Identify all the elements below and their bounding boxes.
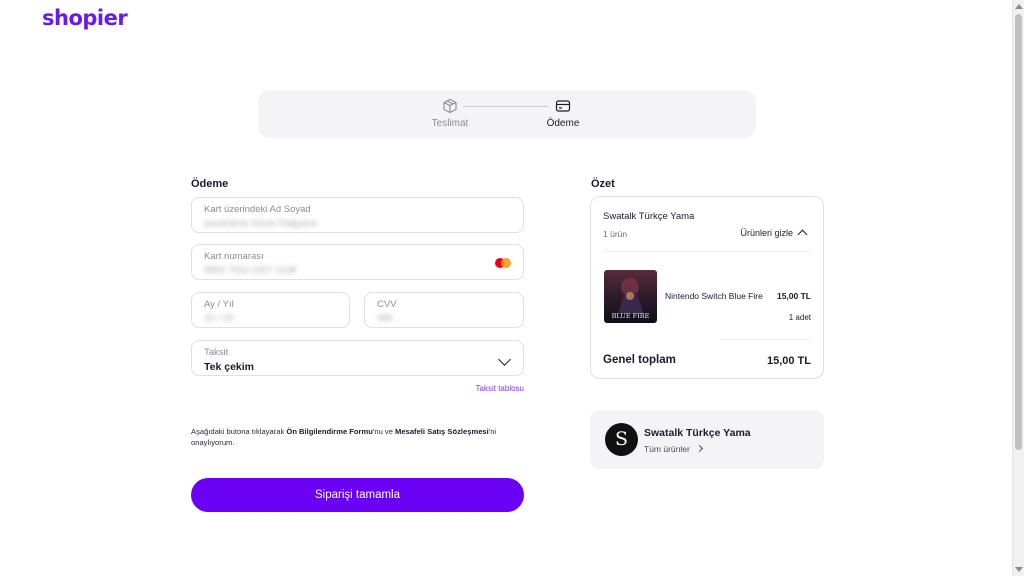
step-shipping-label: Teslimat — [431, 118, 469, 129]
cardholder-name-field[interactable]: Kart üzerindeki Ad Soyad pazardesk Göcer… — [191, 197, 524, 233]
box-icon — [443, 98, 457, 114]
order-summary-card: Swatalk Türkçe Yama 1 ürün Ürünleri gizl… — [590, 196, 824, 379]
all-products-link[interactable]: Tüm ürünler — [644, 444, 690, 454]
chevron-right-icon — [695, 444, 704, 453]
product-name: Nintendo Switch Blue Fire — [665, 291, 763, 301]
product-thumbnail: BLUE FIRE — [604, 270, 657, 323]
store-card[interactable]: S Swatalk Türkçe Yama Tüm ürünler — [590, 410, 824, 469]
complete-order-button[interactable]: Siparişi tamamla — [191, 478, 524, 512]
total-divider — [721, 339, 811, 340]
total-value: 15,00 TL — [766, 355, 811, 367]
installment-label: Taksit — [204, 347, 229, 358]
expiry-field[interactable]: Ay / Yıl 10 / 29 — [191, 292, 350, 328]
store-name: Swatalk Türkçe Yama — [644, 427, 751, 439]
card-number-value: 5892 7932 0207 3148 — [204, 265, 297, 276]
expiry-label: Ay / Yıl — [204, 299, 234, 310]
sales-agreement-link[interactable]: Mesafeli Satış Sözleşmesi — [395, 427, 489, 436]
chevron-up-icon[interactable] — [797, 229, 808, 240]
preliminary-info-link[interactable]: Ön Bilgilendirme Formu — [286, 427, 373, 436]
installment-select[interactable]: Taksit Tek çekim — [191, 340, 524, 376]
step-payment-label: Ödeme — [546, 118, 580, 129]
card-number-field[interactable]: Kart numarası 5892 7932 0207 3148 — [191, 244, 524, 280]
shopier-logo[interactable]: shopier — [42, 6, 128, 30]
expiry-value: 10 / 29 — [204, 313, 234, 324]
card-number-label: Kart numarası — [204, 251, 264, 262]
mastercard-icon — [495, 257, 513, 269]
summary-title: Özet — [591, 178, 615, 190]
cvv-label: CVV — [377, 299, 397, 310]
scroll-up-icon[interactable] — [1015, 4, 1023, 9]
scrollbar-thumb[interactable] — [1015, 14, 1022, 450]
hide-items-toggle[interactable]: Ürünleri gizle — [740, 228, 793, 238]
step-payment[interactable]: Ödeme — [523, 98, 603, 129]
product-price: 15,00 TL — [776, 291, 811, 301]
total-label: Genel toplam — [603, 354, 676, 366]
cvv-value: 485 — [377, 313, 393, 324]
summary-divider — [603, 251, 811, 252]
cardholder-name-label: Kart üzerindeki Ad Soyad — [204, 204, 311, 215]
product-quantity: 1 adet — [788, 313, 811, 322]
scroll-down-icon[interactable] — [1015, 567, 1023, 572]
cvv-field[interactable]: CVV 485 — [364, 292, 524, 328]
summary-item-count: 1 ürün — [603, 229, 628, 239]
checkout-stepper: Teslimat Ödeme — [258, 90, 756, 138]
product-thumb-caption: BLUE FIRE — [612, 312, 650, 320]
store-avatar: S — [605, 423, 638, 456]
cardholder-name-value: pazardesk Göcer Dağçana — [204, 218, 318, 229]
payment-title: Ödeme — [191, 178, 229, 190]
consent-text: Aşağıdaki butona tıklayarak Ön Bilgilend… — [191, 427, 497, 447]
page-scrollbar[interactable] — [1012, 0, 1024, 576]
installment-table-link[interactable]: Taksit tablosu — [460, 384, 524, 393]
installment-value: Tek çekim — [204, 361, 255, 373]
step-shipping[interactable]: Teslimat — [410, 98, 490, 129]
chevron-down-icon — [498, 353, 511, 366]
summary-shop-name: Swatalk Türkçe Yama — [603, 211, 695, 222]
credit-card-icon — [555, 100, 571, 112]
